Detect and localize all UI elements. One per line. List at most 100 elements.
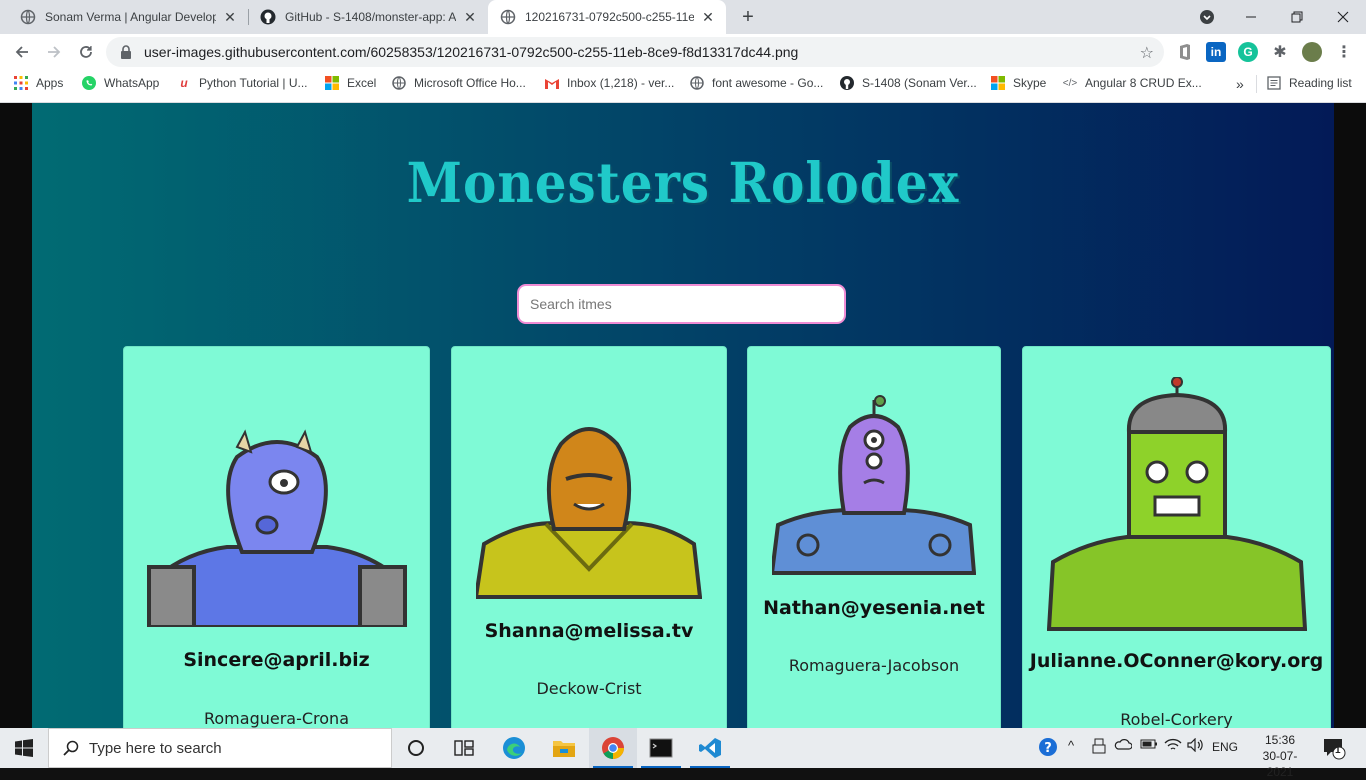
tab-title: Sonam Verma | Angular Develope: [45, 10, 216, 24]
monster-email: Julianne.OConner@kory.org: [1029, 650, 1324, 672]
taskbar-search-box[interactable]: Type here to search: [48, 728, 392, 768]
search-input[interactable]: [517, 284, 846, 324]
bookmark-angular-crud[interactable]: </> Angular 8 CRUD Ex...: [1063, 76, 1202, 90]
lock-icon: [120, 45, 134, 59]
show-hidden-icons-chevron-icon[interactable]: ^: [1068, 738, 1074, 753]
tab-search-icon[interactable]: [1184, 0, 1230, 34]
close-tab-icon[interactable]: ✕: [462, 9, 478, 25]
bookmark-label: Microsoft Office Ho...: [414, 76, 526, 90]
office-extension-icon[interactable]: [1175, 42, 1195, 62]
monster-card[interactable]: Shanna@melissa.tv Deckow-Crist: [451, 346, 727, 728]
bookmarks-divider: [1256, 75, 1257, 93]
linkedin-extension-icon[interactable]: in: [1206, 42, 1226, 62]
profile-avatar[interactable]: [1302, 42, 1322, 62]
windows-start-button[interactable]: [0, 728, 48, 768]
usb-device-icon[interactable]: [1092, 738, 1106, 757]
monster-card[interactable]: Sincere@april.biz Romaguera-Crona: [123, 346, 430, 728]
file-explorer-icon[interactable]: [540, 728, 588, 768]
bookmark-whatsapp[interactable]: WhatsApp: [82, 76, 159, 90]
bookmark-label: Angular 8 CRUD Ex...: [1085, 76, 1202, 90]
monster-image: [124, 427, 429, 627]
monster-card[interactable]: Nathan@yesenia.net Romaguera-Jacobson: [747, 346, 1001, 728]
monster-rolodex-app: Monesters Rolodex Search itmes Sincere@a…: [32, 103, 1334, 728]
bookmark-skype[interactable]: Skype: [991, 76, 1046, 90]
tab-title: GitHub - S-1408/monster-app: A: [285, 10, 456, 24]
new-tab-button[interactable]: +: [737, 6, 759, 28]
bookmark-label: S-1408 (Sonam Ver...: [862, 76, 977, 90]
notification-center-icon[interactable]: 1: [1322, 736, 1346, 763]
bookmark-label: Python Tutorial | U...: [199, 76, 308, 90]
svg-text:?: ?: [1044, 741, 1052, 756]
bookmark-python-tutorial[interactable]: u Python Tutorial | U...: [177, 76, 308, 90]
wifi-icon[interactable]: [1164, 738, 1182, 755]
bookmark-label: Skype: [1013, 76, 1047, 90]
bookmark-apps[interactable]: Apps: [14, 76, 63, 90]
bookmark-microsoft-office[interactable]: Microsoft Office Ho...: [392, 76, 526, 90]
bookmarks-overflow-button[interactable]: »: [1236, 76, 1244, 92]
back-button[interactable]: [8, 38, 36, 66]
reload-button[interactable]: [72, 38, 100, 66]
bookmark-label: WhatsApp: [104, 76, 160, 90]
vscode-icon[interactable]: [686, 728, 734, 768]
tab-strip: Sonam Verma | Angular Develope ✕ GitHub …: [0, 0, 1366, 34]
globe-icon: [500, 9, 516, 25]
edge-browser-icon[interactable]: [490, 728, 538, 768]
close-window-button[interactable]: [1320, 0, 1366, 34]
tab-image-active[interactable]: 120216731-0792c500-c255-11eb ✕: [488, 0, 726, 34]
monster-image: [452, 419, 726, 599]
clock-time: 15:36: [1264, 733, 1296, 747]
monster-email: Nathan@yesenia.net: [763, 597, 985, 619]
globe-icon: [20, 9, 36, 25]
bookmark-github-profile[interactable]: S-1408 (Sonam Ver...: [840, 76, 977, 90]
bookmark-excel[interactable]: Excel: [325, 76, 376, 90]
bookmark-label: Excel: [347, 76, 377, 90]
command-prompt-icon[interactable]: [637, 728, 685, 768]
tab-github[interactable]: GitHub - S-1408/monster-app: A ✕: [248, 0, 488, 34]
minimize-button[interactable]: [1228, 0, 1274, 34]
bookmark-star-icon[interactable]: ☆: [1140, 43, 1154, 63]
taskbar-search-placeholder: Type here to search: [89, 739, 222, 757]
search-icon: [63, 740, 79, 756]
language-indicator[interactable]: ENG: [1212, 740, 1238, 754]
apps-grid-icon: [14, 76, 28, 90]
clock-date: 30-07-2021: [1262, 749, 1298, 779]
help-icon[interactable]: ?: [1038, 737, 1058, 760]
task-view-icon[interactable]: [440, 728, 488, 768]
reading-list-button[interactable]: Reading list: [1267, 76, 1352, 90]
battery-icon[interactable]: [1140, 738, 1158, 753]
page-viewport: Monesters Rolodex Search itmes Sincere@a…: [0, 103, 1366, 728]
app-title: Monesters Rolodex: [406, 150, 960, 215]
browser-window: Sonam Verma | Angular Develope ✕ GitHub …: [0, 0, 1366, 728]
cortana-icon[interactable]: [392, 728, 440, 768]
bookmark-inbox[interactable]: Inbox (1,218) - ver...: [545, 76, 674, 90]
monster-email: Sincere@april.biz: [183, 649, 370, 671]
monster-email: Shanna@melissa.tv: [484, 620, 694, 642]
volume-icon[interactable]: [1187, 737, 1205, 755]
bookmark-font-awesome[interactable]: font awesome - Go...: [690, 76, 823, 90]
monster-image: [748, 395, 1000, 575]
bookmark-label: Apps: [36, 76, 64, 90]
tab-sonam-verma[interactable]: Sonam Verma | Angular Develope ✕: [8, 0, 248, 34]
microsoft-icon: [325, 76, 339, 90]
onedrive-cloud-icon[interactable]: [1114, 738, 1133, 753]
forward-button[interactable]: [40, 38, 68, 66]
monster-name: Romaguera-Jacobson: [788, 656, 960, 675]
address-bar[interactable]: user-images.githubusercontent.com/602583…: [106, 37, 1164, 67]
grammarly-extension-icon[interactable]: G: [1238, 42, 1258, 62]
reading-list-label: Reading list: [1289, 76, 1352, 90]
close-tab-icon[interactable]: ✕: [222, 9, 238, 25]
overflow-chevron-icon: »: [1236, 76, 1244, 92]
chrome-browser-icon[interactable]: [589, 728, 637, 768]
code-icon: </>: [1062, 77, 1078, 89]
system-clock[interactable]: 15:36 30-07-2021: [1250, 732, 1310, 780]
tab-title: 120216731-0792c500-c255-11eb: [525, 10, 694, 24]
bookmark-label: Inbox (1,218) - ver...: [567, 76, 675, 90]
github-icon: [260, 9, 276, 25]
monster-card[interactable]: Julianne.OConner@kory.org Robel-Corkery: [1022, 346, 1331, 728]
close-tab-icon[interactable]: ✕: [700, 9, 716, 25]
restore-button[interactable]: [1274, 0, 1320, 34]
more-menu-icon[interactable]: ⋮: [1334, 42, 1354, 62]
windows-taskbar: Type here to search ? ^ ENG 15:36 30-07-…: [0, 728, 1366, 779]
bookmark-label: font awesome - Go...: [712, 76, 824, 90]
extensions-puzzle-icon[interactable]: ✱: [1270, 42, 1290, 62]
